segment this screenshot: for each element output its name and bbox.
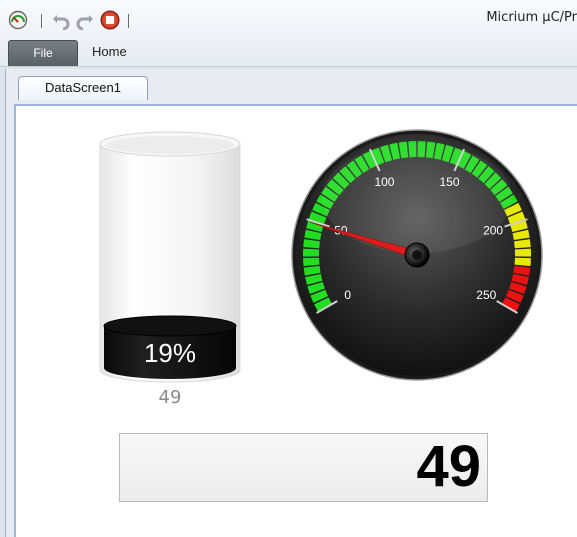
numeric-display[interactable]: 49 [119,433,488,502]
tab-datascreen1[interactable]: DataScreen1 [18,76,148,100]
ribbon-tabs: File Home [0,38,577,67]
numeric-value: 49 [416,434,481,499]
separator [128,14,129,28]
tank-percent: 19% [144,338,196,368]
tank-widget[interactable]: 19% [96,128,244,388]
home-tab[interactable]: Home [92,44,127,59]
stop-icon[interactable] [100,10,120,30]
gauge-band-segment [303,248,320,257]
gauge-widget[interactable]: 0 50 100 150 200 250 [290,128,544,382]
gauge-app-icon[interactable] [8,10,28,30]
undo-icon[interactable] [51,10,71,30]
gauge-band-segment [514,248,531,257]
app-title: Micrium µC/Pr [486,10,577,25]
tank-value: 49 [158,387,182,408]
gauge-glare [322,143,512,253]
redo-icon[interactable] [75,10,95,30]
gauge-tick-label: 0 [344,288,351,302]
separator [41,14,42,28]
title-bar: Micrium µC/Pr [0,0,577,38]
file-tab[interactable]: File [8,40,78,66]
gauge-hub-center [412,250,422,260]
gauge-tick-label: 250 [476,288,496,302]
